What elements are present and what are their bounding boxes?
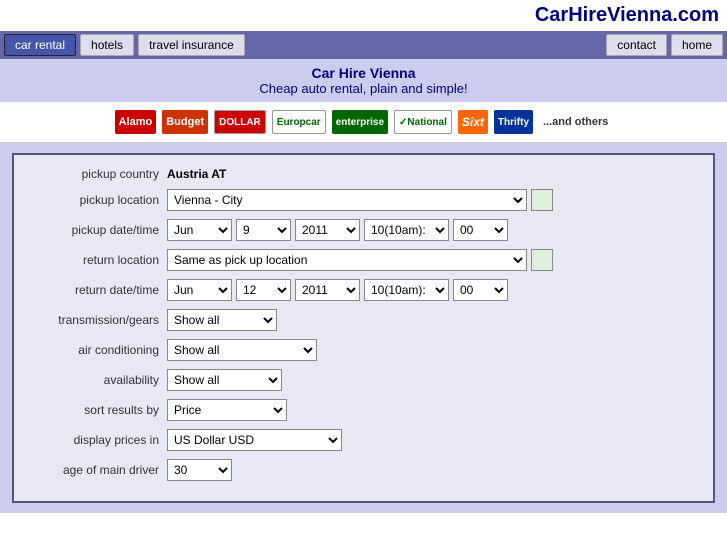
pickup-min-select[interactable]: 00 bbox=[453, 219, 508, 241]
pickup-month-select[interactable]: Jun bbox=[167, 219, 232, 241]
nav-bar: car rental hotels travel insurance conta… bbox=[0, 31, 727, 59]
page-title: Car Hire Vienna bbox=[4, 65, 723, 81]
return-date-value: Jun 12 2011 10(10am): 00 bbox=[167, 279, 508, 301]
logo-thrifty: Thrifty bbox=[494, 110, 533, 134]
return-location-value: Same as pick up location bbox=[167, 249, 553, 271]
return-date-row: return date/time Jun 12 2011 10(10am): 0… bbox=[22, 279, 705, 301]
return-date-label: return date/time bbox=[22, 283, 167, 297]
return-location-select[interactable]: Same as pick up location bbox=[167, 249, 527, 271]
logo-sixt: Sixt bbox=[458, 110, 488, 134]
return-hour-select[interactable]: 10(10am): bbox=[364, 279, 449, 301]
nav-home[interactable]: home bbox=[671, 34, 723, 56]
pickup-country-label: pickup country bbox=[22, 167, 167, 181]
return-year-select[interactable]: 2011 bbox=[295, 279, 360, 301]
age-row: age of main driver 30 bbox=[22, 459, 705, 481]
site-header: CarHireVienna.com bbox=[0, 0, 727, 31]
return-location-color-btn[interactable] bbox=[531, 249, 553, 271]
age-select[interactable]: 30 bbox=[167, 459, 232, 481]
ac-value: Show all bbox=[167, 339, 317, 361]
pickup-date-row: pickup date/time Jun 9 2011 10(10am): 00 bbox=[22, 219, 705, 241]
nav-travel-insurance[interactable]: travel insurance bbox=[138, 34, 245, 56]
nav-left: car rental hotels travel insurance bbox=[4, 34, 602, 56]
site-title: CarHireVienna.com bbox=[535, 4, 719, 26]
nav-hotels[interactable]: hotels bbox=[80, 34, 134, 56]
currency-label: display prices in bbox=[22, 433, 167, 447]
pickup-hour-select[interactable]: 10(10am): bbox=[364, 219, 449, 241]
logo-bar: Alamo Budget DOLLAR Europcar enterprise … bbox=[0, 102, 727, 143]
logo-national: ✓National bbox=[394, 110, 452, 134]
currency-select[interactable]: US Dollar USD bbox=[167, 429, 342, 451]
sort-value: Price bbox=[167, 399, 287, 421]
transmission-row: transmission/gears Show all bbox=[22, 309, 705, 331]
pickup-date-label: pickup date/time bbox=[22, 223, 167, 237]
logo-dollar: DOLLAR bbox=[214, 110, 266, 134]
nav-contact[interactable]: contact bbox=[606, 34, 667, 56]
transmission-label: transmission/gears bbox=[22, 313, 167, 327]
logo-alamo: Alamo bbox=[115, 110, 157, 134]
pickup-year-select[interactable]: 2011 bbox=[295, 219, 360, 241]
logo-enterprise: enterprise bbox=[332, 110, 388, 134]
return-location-row: return location Same as pick up location bbox=[22, 249, 705, 271]
logo-others: ...and others bbox=[539, 110, 612, 134]
return-min-select[interactable]: 00 bbox=[453, 279, 508, 301]
sort-label: sort results by bbox=[22, 403, 167, 417]
transmission-value: Show all bbox=[167, 309, 277, 331]
ac-row: air conditioning Show all bbox=[22, 339, 705, 361]
pickup-location-value: Vienna - City bbox=[167, 189, 553, 211]
subtitle-bar: Car Hire Vienna Cheap auto rental, plain… bbox=[0, 59, 727, 102]
pickup-location-row: pickup location Vienna - City bbox=[22, 189, 705, 211]
sort-select[interactable]: Price bbox=[167, 399, 287, 421]
main-area: pickup country Austria AT pickup locatio… bbox=[0, 143, 727, 513]
ac-select[interactable]: Show all bbox=[167, 339, 317, 361]
pickup-location-select[interactable]: Vienna - City bbox=[167, 189, 527, 211]
availability-row: availability Show all bbox=[22, 369, 705, 391]
logo-budget: Budget bbox=[162, 110, 208, 134]
pickup-country-row: pickup country Austria AT bbox=[22, 167, 705, 181]
pickup-location-color-btn[interactable] bbox=[531, 189, 553, 211]
return-month-select[interactable]: Jun bbox=[167, 279, 232, 301]
form-box: pickup country Austria AT pickup locatio… bbox=[12, 153, 715, 503]
currency-row: display prices in US Dollar USD bbox=[22, 429, 705, 451]
pickup-day-select[interactable]: 9 bbox=[236, 219, 291, 241]
currency-value: US Dollar USD bbox=[167, 429, 342, 451]
logo-europcar: Europcar bbox=[272, 110, 326, 134]
availability-label: availability bbox=[22, 373, 167, 387]
return-location-label: return location bbox=[22, 253, 167, 267]
pickup-country-text: Austria AT bbox=[167, 167, 226, 181]
sort-row: sort results by Price bbox=[22, 399, 705, 421]
return-day-select[interactable]: 12 bbox=[236, 279, 291, 301]
pickup-country-value: Austria AT bbox=[167, 167, 226, 181]
nav-right: contact home bbox=[606, 34, 723, 56]
pickup-date-value: Jun 9 2011 10(10am): 00 bbox=[167, 219, 508, 241]
age-value: 30 bbox=[167, 459, 232, 481]
transmission-select[interactable]: Show all bbox=[167, 309, 277, 331]
page-subtitle: Cheap auto rental, plain and simple! bbox=[4, 81, 723, 96]
pickup-location-label: pickup location bbox=[22, 193, 167, 207]
availability-select[interactable]: Show all bbox=[167, 369, 282, 391]
age-label: age of main driver bbox=[22, 463, 167, 477]
nav-car-rental[interactable]: car rental bbox=[4, 34, 76, 56]
availability-value: Show all bbox=[167, 369, 282, 391]
ac-label: air conditioning bbox=[22, 343, 167, 357]
